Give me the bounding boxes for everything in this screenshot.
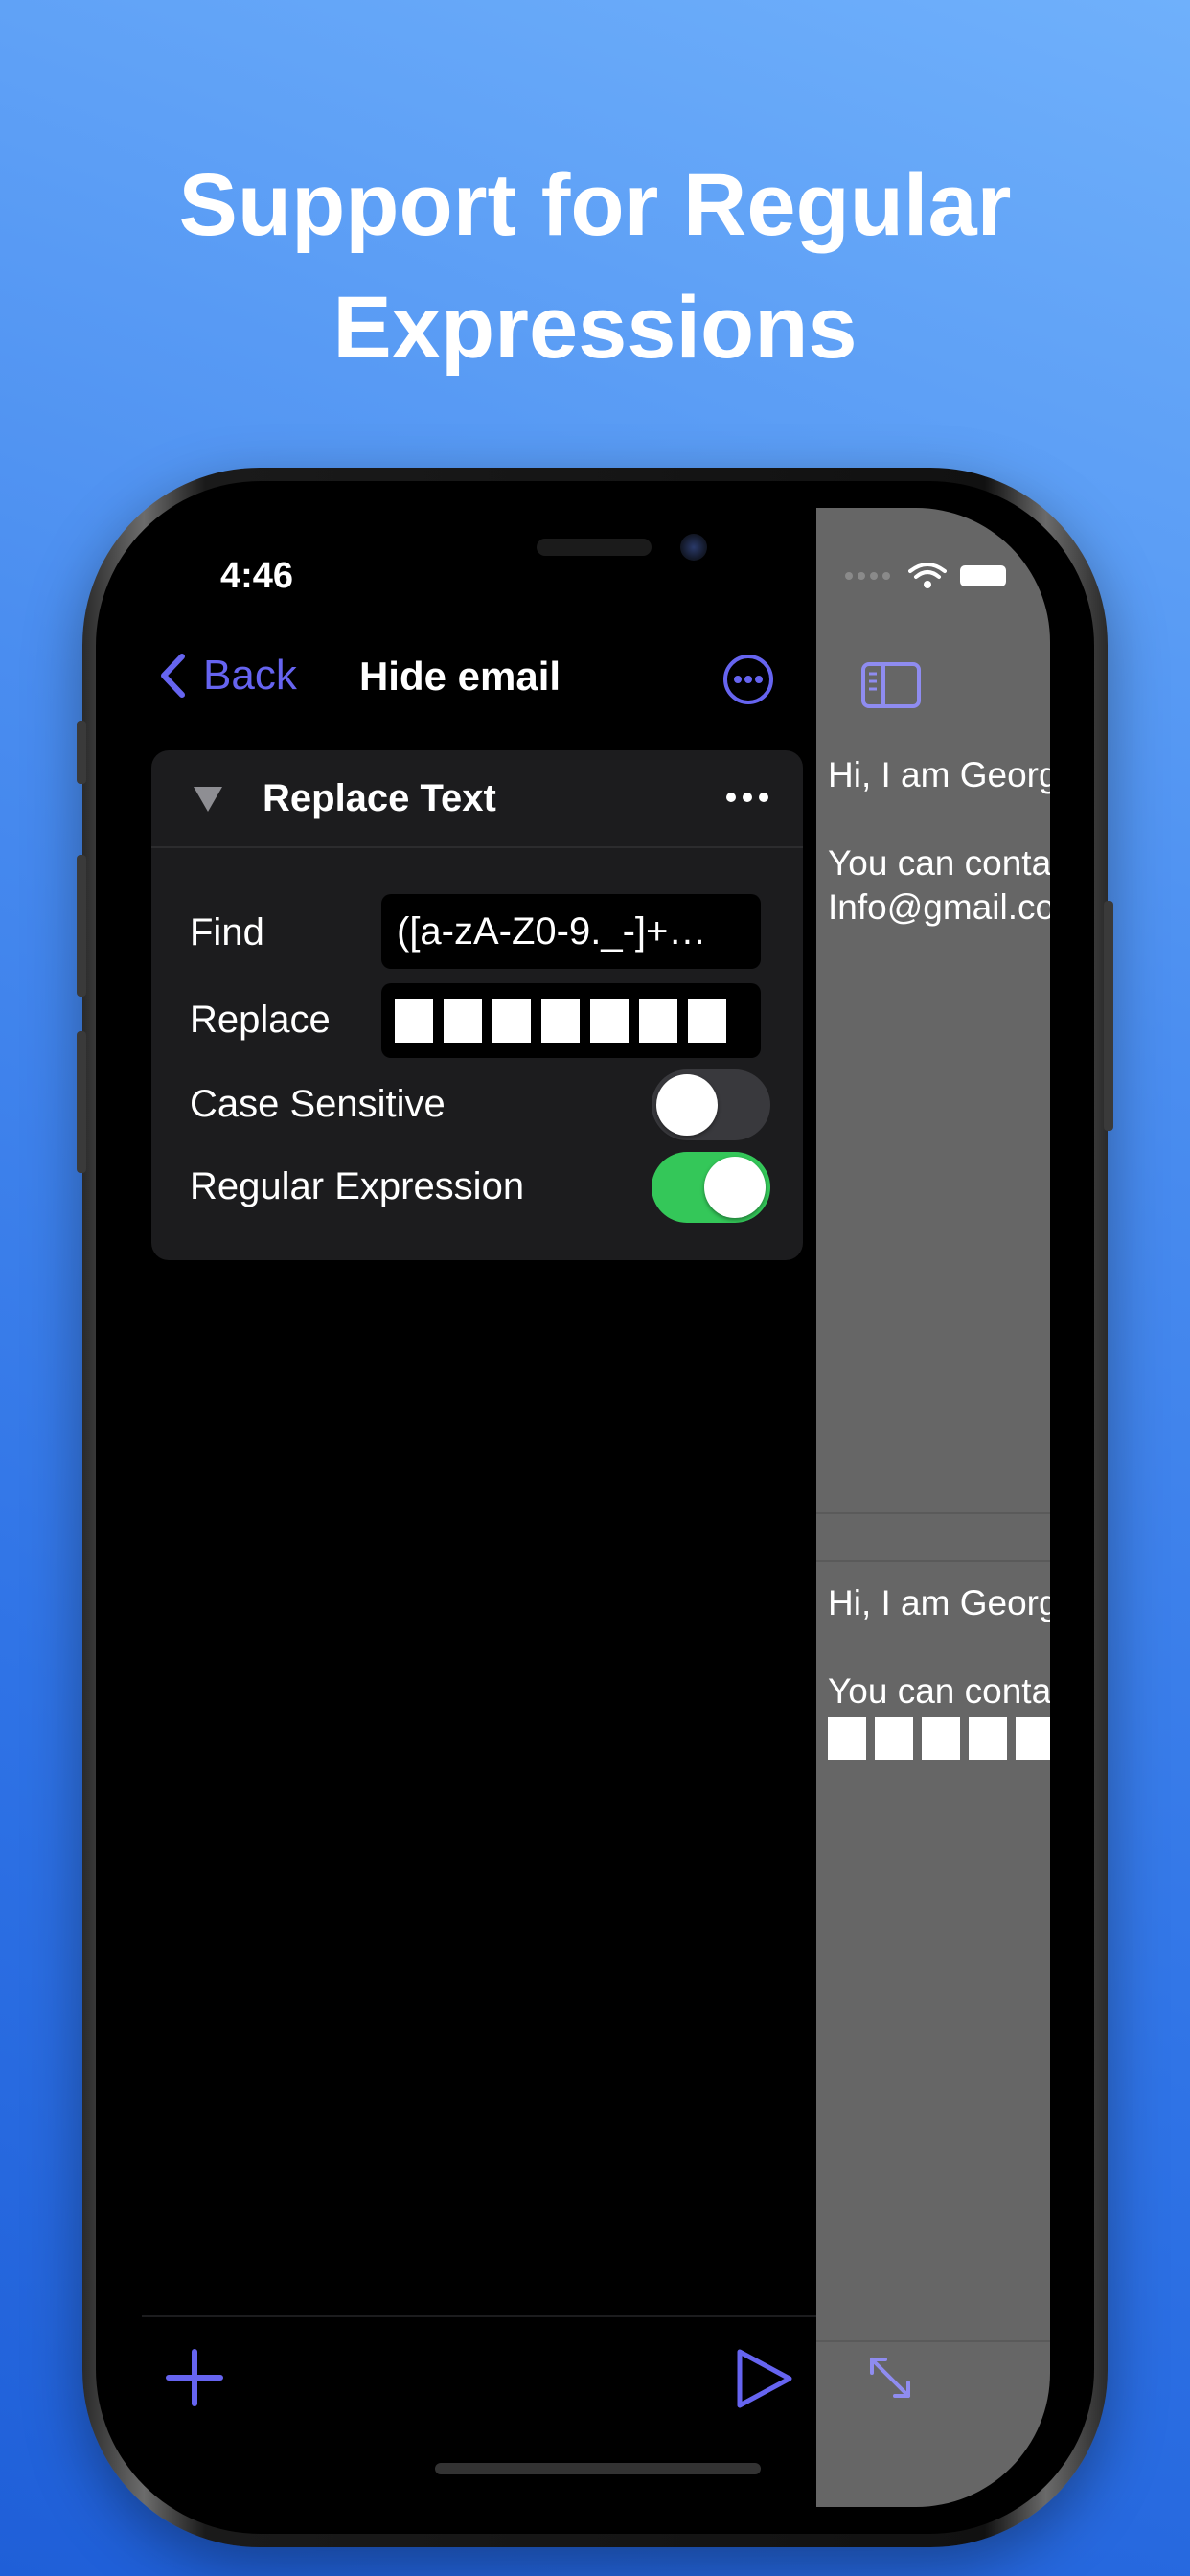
redaction-block [688, 999, 726, 1043]
back-button[interactable]: Back [159, 652, 297, 700]
toolbar-divider [142, 2315, 818, 2317]
phone-screen: 4:46 Back Hide email Replace Text Find (… [125, 508, 1050, 2507]
preview-divider [816, 1512, 1050, 1514]
case-sensitive-label: Case Sensitive [190, 1083, 446, 1125]
replace-value-blocks [395, 983, 761, 1043]
regular-expression-label: Regular Expression [190, 1165, 525, 1208]
result-text-line-2: You can conta [828, 1671, 1050, 1711]
volume-up-button [77, 855, 86, 997]
redaction-block [590, 999, 629, 1043]
back-label: Back [203, 652, 297, 699]
ellipsis-circle-icon[interactable] [722, 654, 774, 705]
find-label: Find [190, 911, 264, 954]
speaker-grille [537, 539, 652, 556]
preview-toolbar-divider [816, 2340, 1050, 2342]
preview-status-bar [845, 562, 1006, 590]
nav-title: Hide email [358, 654, 561, 699]
original-text-line-2: You can conta [828, 843, 1050, 883]
wifi-icon [908, 563, 947, 588]
redaction-block [875, 1717, 913, 1760]
headline: Support for Regular Expressions [0, 144, 1190, 389]
signal-dots [845, 567, 895, 585]
case-sensitive-toggle[interactable] [652, 1070, 770, 1140]
plus-icon[interactable] [165, 2348, 224, 2407]
redaction-block [395, 999, 433, 1043]
disclosure-triangle-icon[interactable] [194, 787, 222, 812]
redaction-block [492, 999, 531, 1043]
toggle-knob [704, 1157, 766, 1218]
ellipsis-icon[interactable] [726, 793, 768, 802]
headline-line-1: Support for Regular [178, 156, 1012, 254]
card-title: Replace Text [263, 777, 496, 819]
preview-pane: Hi, I am Georg You can conta Info@gmail.… [816, 508, 1050, 2507]
redaction-block [922, 1717, 960, 1760]
replace-label: Replace [190, 999, 331, 1041]
redaction-block [639, 999, 677, 1043]
home-indicator [435, 2463, 761, 2474]
toggle-knob [656, 1074, 718, 1136]
redaction-block [1016, 1717, 1050, 1760]
replace-field[interactable] [381, 983, 761, 1058]
redaction-block [828, 1717, 866, 1760]
play-icon[interactable] [734, 2348, 793, 2409]
regular-expression-toggle[interactable] [652, 1152, 770, 1223]
chevron-left-icon [161, 654, 185, 698]
redaction-block [444, 999, 482, 1043]
sidebar-icon[interactable] [860, 661, 922, 709]
redaction-block [969, 1717, 1007, 1760]
volume-down-button [77, 1031, 86, 1173]
result-redacted-blocks [828, 1717, 1050, 1760]
battery-icon [960, 565, 1006, 586]
redaction-block [541, 999, 580, 1043]
result-text-line-1: Hi, I am Georg [828, 1583, 1050, 1622]
silent-switch [77, 721, 86, 784]
expand-arrows-icon[interactable] [866, 2354, 914, 2402]
preview-divider [816, 1560, 1050, 1562]
power-button [1104, 901, 1113, 1131]
card-header[interactable]: Replace Text [151, 750, 803, 848]
original-text-line-1: Hi, I am Georg [828, 755, 1050, 794]
headline-line-2: Expressions [332, 279, 858, 377]
front-camera [680, 534, 707, 561]
original-text-line-3: Info@gmail.co [828, 887, 1050, 927]
find-field[interactable]: ([a-zA-Z0-9._-]+… [381, 894, 761, 969]
status-time: 4:46 [220, 556, 294, 596]
